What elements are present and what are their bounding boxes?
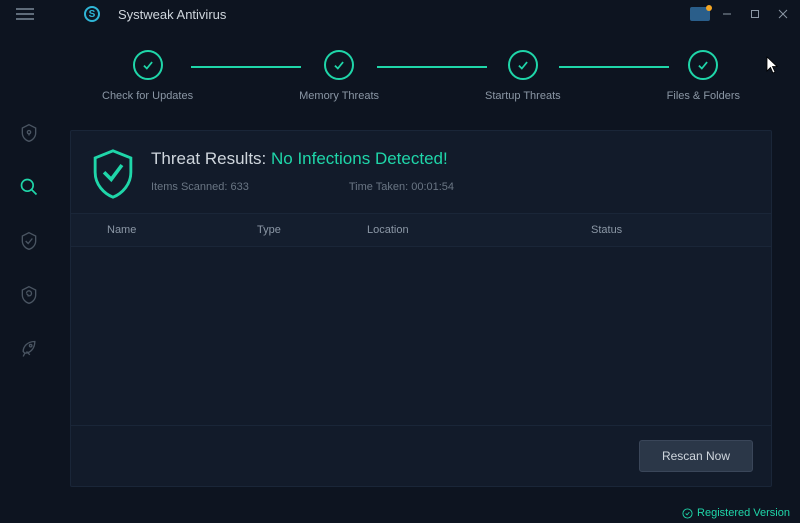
time-taken: Time Taken: 00:01:54 bbox=[349, 181, 454, 193]
column-name: Name bbox=[107, 224, 257, 236]
step-connector bbox=[191, 66, 301, 68]
result-title: Threat Results: No Infections Detected! bbox=[151, 149, 751, 169]
check-icon bbox=[508, 50, 538, 80]
result-stats: Items Scanned: 633 Time Taken: 00:01:54 bbox=[151, 181, 751, 193]
sidebar-item-protection[interactable] bbox=[12, 116, 46, 150]
sidebar-item-web[interactable] bbox=[12, 278, 46, 312]
footer-status: Registered Version bbox=[682, 503, 790, 523]
step-files-folders: Files & Folders bbox=[667, 50, 740, 102]
progress-steps: Check for Updates Memory Threats Startup… bbox=[70, 42, 772, 102]
app-logo-icon: S bbox=[84, 6, 100, 22]
step-label: Files & Folders bbox=[667, 90, 740, 102]
step-check-updates: Check for Updates bbox=[102, 50, 193, 102]
step-label: Memory Threats bbox=[299, 90, 379, 102]
column-location: Location bbox=[367, 224, 591, 236]
sidebar-item-scan[interactable] bbox=[12, 170, 46, 204]
step-memory-threats: Memory Threats bbox=[299, 50, 379, 102]
maximize-button[interactable] bbox=[744, 3, 766, 25]
hamburger-menu[interactable] bbox=[14, 4, 36, 24]
check-icon bbox=[688, 50, 718, 80]
results-header: Threat Results: No Infections Detected! … bbox=[71, 131, 771, 213]
close-button[interactable] bbox=[772, 3, 794, 25]
result-title-prefix: Threat Results: bbox=[151, 149, 271, 168]
sidebar bbox=[0, 28, 58, 503]
check-circle-icon bbox=[682, 508, 693, 519]
step-connector bbox=[377, 66, 487, 68]
table-header: Name Type Location Status bbox=[71, 213, 771, 247]
minimize-button[interactable] bbox=[716, 3, 738, 25]
registered-label: Registered Version bbox=[697, 507, 790, 519]
results-panel: Threat Results: No Infections Detected! … bbox=[70, 130, 772, 487]
step-label: Startup Threats bbox=[485, 90, 561, 102]
column-status: Status bbox=[591, 224, 711, 236]
rescan-button[interactable]: Rescan Now bbox=[639, 440, 753, 472]
items-scanned: Items Scanned: 633 bbox=[151, 181, 249, 193]
title-bar: S Systweak Antivirus bbox=[0, 0, 800, 28]
step-connector bbox=[559, 66, 669, 68]
table-body bbox=[71, 247, 771, 425]
check-icon bbox=[324, 50, 354, 80]
result-title-highlight: No Infections Detected! bbox=[271, 149, 448, 168]
check-icon bbox=[133, 50, 163, 80]
notification-badge-icon[interactable] bbox=[690, 7, 710, 21]
panel-footer: Rescan Now bbox=[71, 425, 771, 486]
content-area: Check for Updates Memory Threats Startup… bbox=[58, 28, 800, 503]
sidebar-item-boost[interactable] bbox=[12, 332, 46, 366]
step-startup-threats: Startup Threats bbox=[485, 50, 561, 102]
column-type: Type bbox=[257, 224, 367, 236]
shield-check-icon bbox=[91, 149, 135, 199]
step-label: Check for Updates bbox=[102, 90, 193, 102]
app-title: Systweak Antivirus bbox=[118, 7, 226, 22]
sidebar-item-quarantine[interactable] bbox=[12, 224, 46, 258]
